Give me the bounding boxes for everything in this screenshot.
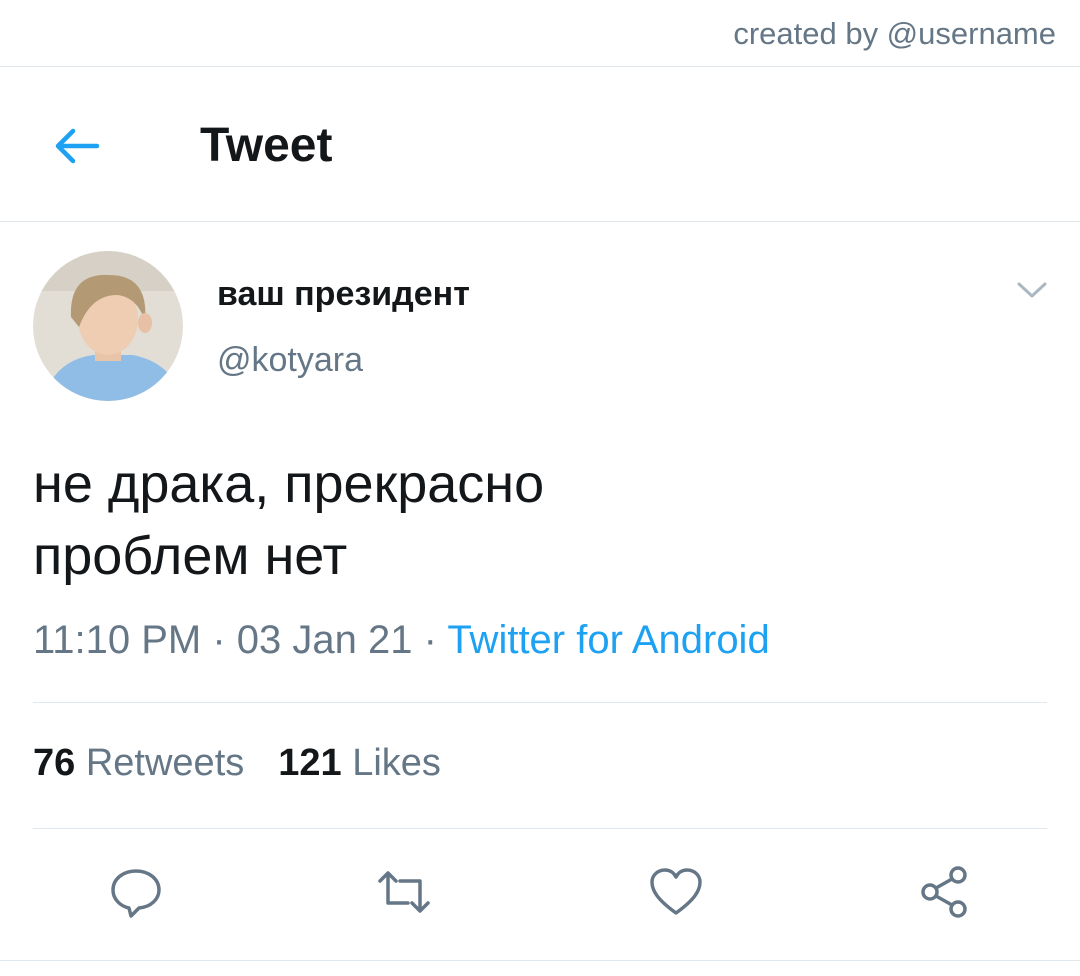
share-icon [916, 864, 972, 925]
retweets-count: 76 [33, 742, 76, 784]
display-name[interactable]: ваш президент [217, 275, 470, 314]
tweet-time[interactable]: 11:10 PM [33, 618, 201, 662]
likes-stat[interactable]: 121 Likes [278, 742, 441, 784]
share-button[interactable] [912, 862, 976, 926]
divider [0, 960, 1080, 961]
tweet-text: не драка, прекрасно проблем нет [33, 448, 1033, 592]
tweet-source-link[interactable]: Twitter for Android [447, 618, 769, 662]
retweets-label: Retweets [85, 742, 245, 784]
reply-icon [109, 865, 163, 924]
tweet-date[interactable]: 03 Jan 21 [237, 618, 413, 662]
engagement-stats: 76 Retweets 121 Likes [33, 742, 441, 785]
separator: · [201, 618, 237, 662]
tweet-detail-screen: created by @username Tweet ваш президент… [0, 0, 1080, 976]
separator: · [412, 618, 448, 662]
likes-label: Likes [352, 742, 441, 784]
more-options-button[interactable] [1012, 276, 1052, 308]
back-button[interactable] [46, 118, 106, 178]
retweet-button[interactable] [372, 862, 436, 926]
divider [33, 702, 1047, 703]
reply-button[interactable] [104, 862, 168, 926]
like-button[interactable] [644, 862, 708, 926]
divider [0, 221, 1080, 222]
tweet-text-line: проблем нет [33, 526, 348, 586]
retweet-icon [374, 865, 434, 924]
tweet-metadata: 11:10 PM · 03 Jan 21 · Twitter for Andro… [33, 618, 770, 663]
avatar[interactable] [33, 251, 183, 401]
divider [33, 828, 1047, 829]
retweets-stat[interactable]: 76 Retweets [33, 742, 244, 784]
tweet-text-line: не драка, прекрасно [33, 454, 545, 514]
user-handle[interactable]: @kotyara [217, 341, 363, 380]
watermark-text: created by @username [733, 16, 1056, 51]
chevron-down-icon [1015, 280, 1049, 305]
divider [0, 66, 1080, 67]
page-title: Tweet [200, 119, 333, 172]
like-icon [648, 866, 704, 923]
likes-count: 121 [278, 742, 342, 784]
arrow-left-icon [51, 126, 101, 171]
